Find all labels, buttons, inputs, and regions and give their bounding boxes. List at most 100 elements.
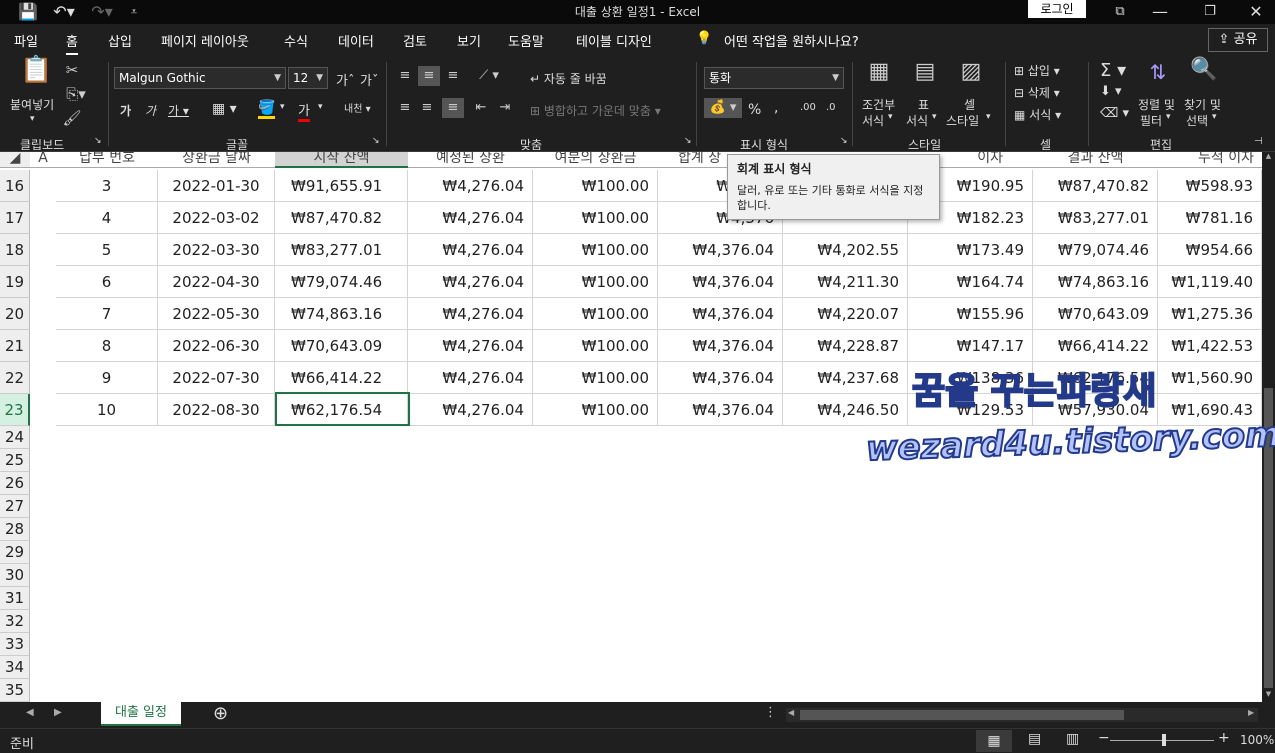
cell-styles-label2[interactable]: 스타일	[946, 112, 979, 129]
number-launcher-icon[interactable]: ↘	[840, 136, 848, 146]
cell-principal[interactable]: ₩4,202.55	[783, 234, 908, 266]
row-header[interactable]: 29	[0, 541, 30, 564]
row-header[interactable]: 35	[0, 679, 30, 702]
column-header-a[interactable]: A	[30, 152, 56, 168]
row-header[interactable]: 17	[0, 202, 30, 234]
find-select-label2[interactable]: 선택	[1186, 112, 1208, 129]
chevron-down-icon[interactable]: ▾	[280, 102, 285, 112]
cell-total-payment[interactable]: ₩4,376.04	[658, 266, 783, 298]
cell-principal[interactable]: ₩4,228.87	[783, 330, 908, 362]
row-header[interactable]: 24	[0, 426, 30, 449]
cell-payment-date[interactable]: 2022-03-30	[158, 234, 275, 266]
select-all-corner[interactable]: ◢	[0, 152, 30, 168]
cell-payment-date[interactable]: 2022-05-30	[158, 298, 275, 330]
font-size-select[interactable]: 12 ▼	[288, 67, 328, 89]
italic-icon[interactable]: 가	[145, 102, 156, 119]
align-top-icon[interactable]: ≡	[396, 66, 414, 86]
tab-page-layout[interactable]: 페이지 레이아웃	[161, 31, 249, 50]
paste-dropdown-icon[interactable]: ▾	[30, 114, 35, 124]
tab-help[interactable]: 도움말	[508, 31, 544, 50]
tab-table-design[interactable]: 테이블 디자인	[576, 31, 652, 50]
shrink-font-icon[interactable]: 가ˇ	[360, 70, 378, 89]
align-bottom-icon[interactable]: ≡	[444, 66, 462, 86]
autosum-icon[interactable]: Σ ▾	[1100, 60, 1126, 81]
cell-cumulative-interest[interactable]: ₩1,275.36	[1158, 298, 1262, 330]
row-header[interactable]: 22	[0, 362, 30, 394]
cell-interest[interactable]: ₩155.96	[908, 298, 1033, 330]
tab-data[interactable]: 데이터	[338, 31, 374, 50]
tab-insert[interactable]: 삽입	[108, 31, 132, 50]
scroll-down-icon[interactable]: ▼	[1263, 690, 1274, 700]
horizontal-scrollbar[interactable]: ◀ ▶	[786, 708, 1258, 722]
cell-scheduled-payment[interactable]: ₩4,276.04	[408, 266, 533, 298]
cell-scheduled-payment[interactable]: ₩4,276.04	[408, 202, 533, 234]
cell-beginning-balance[interactable]: ₩83,277.01	[275, 234, 408, 266]
row-header[interactable]: 31	[0, 587, 30, 610]
active-cell-selection[interactable]	[275, 392, 410, 426]
cell-beginning-balance[interactable]: ₩66,414.22	[275, 362, 408, 394]
cell-extra-payment[interactable]: ₩100.00	[533, 170, 658, 202]
add-sheet-icon[interactable]: ⊕	[213, 703, 228, 724]
scroll-left-icon[interactable]: ◀	[788, 708, 794, 717]
cell-payment-number[interactable]: 3	[56, 170, 158, 202]
column-header-ending-balance[interactable]: 결과 잔액	[1033, 152, 1158, 168]
cell-scheduled-payment[interactable]: ₩4,276.04	[408, 330, 533, 362]
align-middle-icon[interactable]: ≡	[418, 66, 440, 86]
cell-beginning-balance[interactable]: ₩70,643.09	[275, 330, 408, 362]
cell-payment-number[interactable]: 4	[56, 202, 158, 234]
delete-cells-button[interactable]: ⊟ 삭제 ▾	[1014, 84, 1060, 101]
cell-payment-date[interactable]: 2022-08-30	[158, 394, 275, 426]
increase-indent-icon[interactable]: ⇥	[496, 98, 514, 118]
cell-extra-payment[interactable]: ₩100.00	[533, 234, 658, 266]
row-header[interactable]: 34	[0, 656, 30, 679]
cell-payment-date[interactable]: 2022-07-30	[158, 362, 275, 394]
cell-payment-number[interactable]: 9	[56, 362, 158, 394]
row-header[interactable]: 33	[0, 633, 30, 656]
tab-split-handle-icon[interactable]: ⋮	[764, 705, 777, 720]
column-header-payment-date[interactable]: 상환금 날짜	[158, 152, 275, 168]
close-icon[interactable]: ✕	[1246, 0, 1266, 24]
conditional-format-label2[interactable]: 서식	[862, 112, 884, 129]
cell-scheduled-payment[interactable]: ₩4,276.04	[408, 394, 533, 426]
row-header[interactable]: 25	[0, 449, 30, 472]
cell-cumulative-interest[interactable]: ₩781.16	[1158, 202, 1262, 234]
cell-cumulative-interest[interactable]: ₩1,422.53	[1158, 330, 1262, 362]
clipboard-launcher-icon[interactable]: ↘	[94, 136, 102, 146]
format-painter-icon[interactable]: 🖌	[62, 108, 82, 128]
cell-extra-payment[interactable]: ₩100.00	[533, 298, 658, 330]
chevron-down-icon[interactable]: ▾	[1166, 112, 1171, 122]
font-color-icon[interactable]: 가	[298, 100, 310, 122]
cell-payment-number[interactable]: 8	[56, 330, 158, 362]
merge-center-button[interactable]: ⊞ 병합하고 가운데 맞춤 ▾	[530, 102, 661, 119]
chevron-down-icon[interactable]: ▾	[932, 112, 937, 122]
login-button[interactable]: 로그인	[1028, 0, 1086, 18]
column-header-scheduled-payment[interactable]: 예정된 상환	[408, 152, 533, 168]
restore-icon[interactable]: ❐	[1200, 0, 1220, 24]
font-launcher-icon[interactable]: ↘	[372, 136, 380, 146]
cell-total-payment[interactable]: ₩4,376.04	[658, 394, 783, 426]
align-right-icon[interactable]: ≡	[442, 98, 464, 118]
cell-scheduled-payment[interactable]: ₩4,276.04	[408, 170, 533, 202]
zoom-slider-thumb[interactable]	[1162, 734, 1166, 746]
sort-filter-icon[interactable]: ⇅	[1140, 62, 1176, 82]
cell-total-payment[interactable]: ₩4,376.04	[658, 362, 783, 394]
cell-extra-payment[interactable]: ₩100.00	[533, 266, 658, 298]
minimize-icon[interactable]: —	[1150, 0, 1170, 24]
row-header[interactable]: 32	[0, 610, 30, 633]
find-select-label1[interactable]: 찾기 및	[1184, 96, 1221, 113]
comma-icon[interactable]: ,	[774, 100, 778, 116]
cell-cumulative-interest[interactable]: ₩598.93	[1158, 170, 1262, 202]
row-header[interactable]: 19	[0, 266, 30, 298]
cell-ending-balance[interactable]: ₩66,414.22	[1033, 330, 1158, 362]
scroll-up-icon[interactable]: ▲	[1263, 152, 1274, 162]
cell-styles-icon[interactable]: ▨	[956, 61, 986, 83]
chevron-down-icon[interactable]: ▾	[318, 102, 323, 112]
cell-ending-balance[interactable]: ₩74,863.16	[1033, 266, 1158, 298]
cell-total-payment[interactable]: ₩4,376.04	[658, 330, 783, 362]
cell-ending-balance[interactable]: ₩83,277.01	[1033, 202, 1158, 234]
sort-filter-label2[interactable]: 필터	[1140, 112, 1162, 129]
cell-principal[interactable]: ₩4,220.07	[783, 298, 908, 330]
format-as-table-icon[interactable]: ▤	[910, 61, 940, 83]
row-header[interactable]: 30	[0, 564, 30, 587]
column-header-payment-number[interactable]: 납부 번호	[56, 152, 158, 168]
